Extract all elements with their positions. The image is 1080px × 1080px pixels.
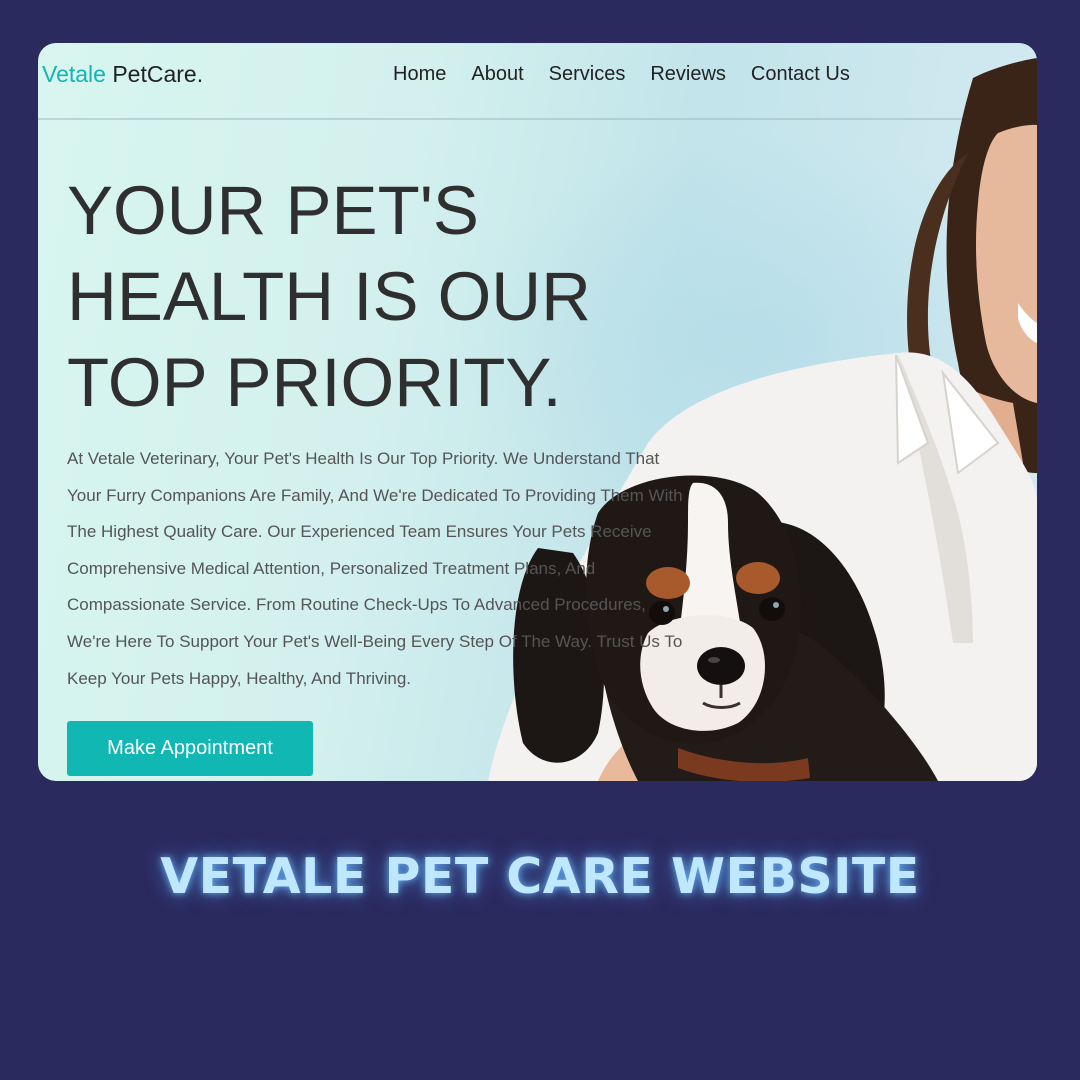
logo-accent-text: Vetale — [42, 61, 106, 87]
make-appointment-button[interactable]: Make Appointment — [67, 721, 313, 776]
nav-link-home[interactable]: Home — [393, 63, 446, 86]
hero-title-line-2: HEALTH IS OUR — [67, 258, 591, 335]
site-logo[interactable]: Vetale PetCare. — [42, 61, 203, 88]
nav-links: Home About Services Reviews Contact Us — [393, 63, 850, 86]
nav-link-reviews[interactable]: Reviews — [650, 63, 726, 86]
hero-description: At Vetale Veterinary, Your Pet's Health … — [67, 449, 683, 688]
page-caption: VETALE PET CARE WEBSITE — [160, 848, 920, 905]
nav-link-about[interactable]: About — [471, 63, 523, 86]
nav-link-services[interactable]: Services — [549, 63, 626, 86]
website-screenshot-card: Vetale PetCare. Home About Services Revi… — [38, 43, 1037, 781]
logo-text: PetCare. — [105, 61, 204, 87]
hero-title-line-3: TOP PRIORITY. — [67, 344, 562, 421]
hero-title-line-1: YOUR PET'S — [67, 172, 479, 249]
navbar: Vetale PetCare. Home About Services Revi… — [38, 43, 1037, 120]
nav-link-contact-us[interactable]: Contact Us — [751, 63, 850, 86]
hero-title: YOUR PET'S HEALTH IS OUR TOP PRIORITY. — [67, 168, 687, 426]
